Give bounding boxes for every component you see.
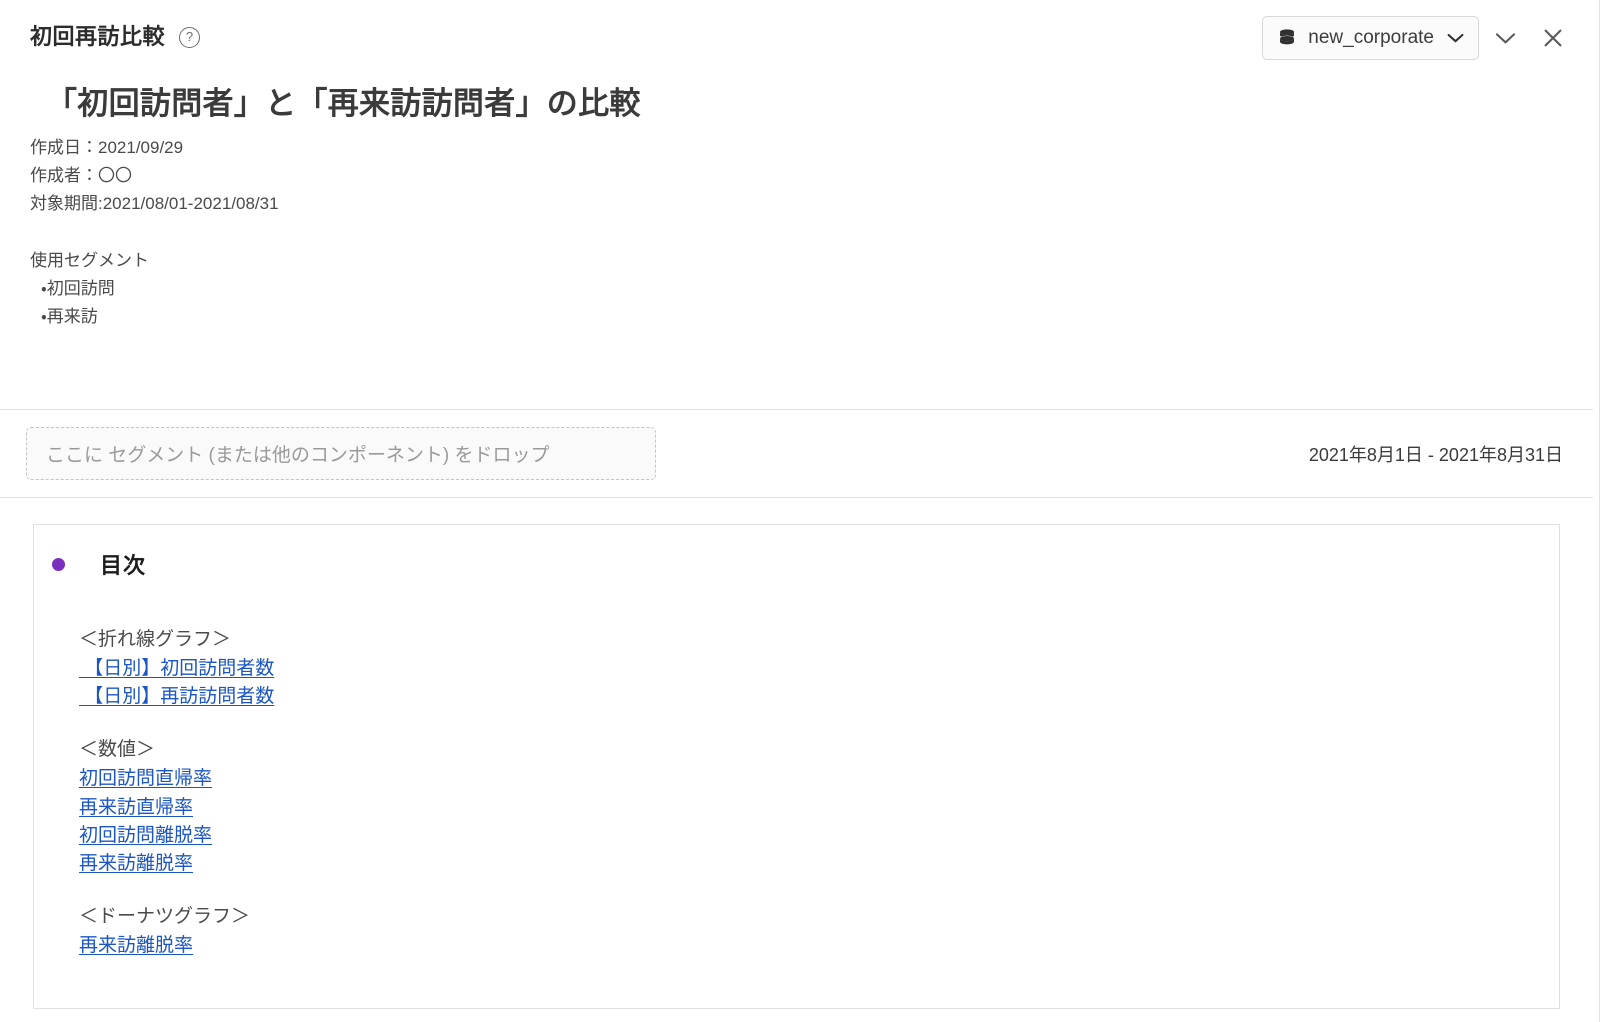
database-selector[interactable]: new_corporate	[1262, 16, 1479, 60]
toc-group-line-charts: ＜折れ線グラフ＞ 【日別】初回訪問者数 【日別】再訪訪問者数	[79, 626, 1559, 711]
segment-drop-band: ここに セグメント (または他のコンポーネント) をドロップ 2021年8月1日…	[0, 410, 1593, 497]
segments-heading: 使用セグメント	[30, 250, 149, 270]
toc-group-heading: ＜数値＞	[79, 739, 156, 761]
toc-group-heading: ＜ドーナツグラフ＞	[79, 905, 251, 927]
toc-title: 目次	[100, 553, 147, 578]
report-created-date: 作成日：2021/09/29	[30, 137, 184, 157]
toc-link-first-visit-exit-rate[interactable]: 初回訪問離脱率	[79, 822, 212, 850]
toc-group-metrics: ＜数値＞ 初回訪問直帰率 再来訪直帰率 初回訪問離脱率 再来訪離脱率	[79, 736, 1559, 878]
collapse-panel-button[interactable]	[1483, 16, 1527, 60]
titlebar-left-group: 初回再訪比較 ?	[30, 24, 201, 49]
titlebar-right-group: new_corporate	[1262, 16, 1575, 60]
toc-link-daily-first-time-visitors[interactable]: 【日別】初回訪問者数	[79, 655, 274, 683]
toc-link-daily-repeat-visitors[interactable]: 【日別】再訪訪問者数	[79, 683, 274, 711]
report-header: 「初回訪問者」と「再来訪訪問者」の比較 作成日：2021/09/29 作成者：〇…	[0, 83, 1593, 331]
segment-item: ・再来訪	[41, 306, 98, 326]
database-icon	[1280, 29, 1295, 45]
toc-link-first-visit-bounce-rate[interactable]: 初回訪問直帰率	[79, 765, 212, 793]
toc-link-repeat-visit-exit-rate[interactable]: 再来訪離脱率	[79, 850, 193, 878]
bullet-icon	[52, 557, 65, 571]
toc-body: ＜折れ線グラフ＞ 【日別】初回訪問者数 【日別】再訪訪問者数 ＜数値＞ 初回訪問…	[34, 580, 1559, 960]
report-window: 初回再訪比較 ? new_corporate 「初回訪問者」と「再来訪訪問者」の…	[0, 0, 1600, 1022]
segment-item: ・初回訪問	[41, 278, 115, 298]
toc-group-donut-chart: ＜ドーナツグラフ＞ 再来訪離脱率	[79, 903, 1559, 960]
question-mark-circle-icon[interactable]: ?	[179, 26, 201, 48]
toc-link-donut-repeat-visit-exit-rate[interactable]: 再来訪離脱率	[79, 932, 193, 960]
chevron-down-icon	[1447, 33, 1464, 43]
chevron-down-icon	[1495, 32, 1515, 43]
report-title: 「初回訪問者」と「再来訪訪問者」の比較	[46, 86, 641, 121]
window-titlebar: 初回再訪比較 ? new_corporate	[0, 0, 1593, 83]
report-period: 対象期間:2021/08/01-2021/08/31	[30, 194, 279, 214]
meta-spacer	[30, 219, 1563, 247]
date-range-label[interactable]: 2021年8月1日 - 2021年8月31日	[1309, 441, 1563, 467]
close-icon	[1544, 29, 1562, 47]
table-of-contents-panel: 目次 ＜折れ線グラフ＞ 【日別】初回訪問者数 【日別】再訪訪問者数 ＜数値＞ 初…	[33, 524, 1560, 1009]
divider-bottom	[0, 497, 1593, 498]
toc-link-repeat-visit-bounce-rate[interactable]: 再来訪直帰率	[79, 794, 193, 822]
toc-group-heading: ＜折れ線グラフ＞	[79, 629, 232, 650]
page-title: 初回再訪比較	[30, 24, 166, 49]
report-author: 作成者：〇〇	[30, 166, 132, 186]
toc-header: 目次	[34, 525, 1559, 580]
close-button[interactable]	[1531, 16, 1575, 60]
database-name-label: new_corporate	[1308, 27, 1434, 48]
segment-dropzone[interactable]: ここに セグメント (または他のコンポーネント) をドロップ	[26, 427, 656, 480]
